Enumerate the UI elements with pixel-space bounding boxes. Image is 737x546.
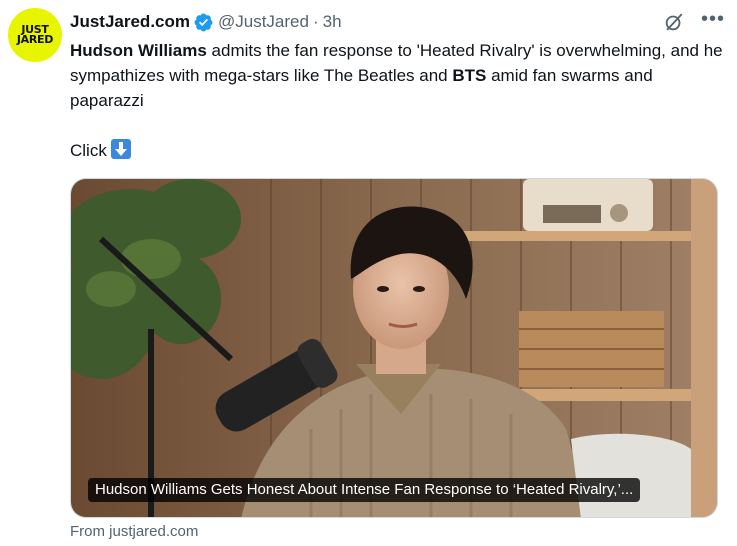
handle[interactable]: @JustJared: [218, 12, 309, 32]
down-arrow-emoji-icon: [110, 139, 131, 159]
link-card[interactable]: Hudson Williams Gets Honest About Intens…: [70, 178, 718, 518]
tweet-paragraph: Hudson Williams admits the fan response …: [70, 38, 725, 113]
tweet-bold-name[interactable]: Hudson Williams: [70, 41, 207, 60]
more-options-icon[interactable]: •••: [701, 9, 725, 29]
tweet[interactable]: JUST JARED JustJared.com @JustJared · 3h: [0, 0, 737, 546]
timestamp[interactable]: 3h: [323, 12, 342, 32]
separator-dot: ·: [312, 12, 319, 31]
tweet-text: Hudson Williams admits the fan response …: [70, 38, 725, 163]
tweet-cta-line: Click: [70, 138, 725, 163]
tweet-bold-bts: BTS: [452, 66, 487, 85]
card-caption: Hudson Williams Gets Honest About Intens…: [88, 478, 641, 502]
tweet-content: JustJared.com @JustJared · 3h ••• Hudson…: [70, 9, 725, 163]
tweet-header: JustJared.com @JustJared · 3h •••: [70, 9, 725, 34]
avatar[interactable]: JUST JARED: [8, 8, 62, 62]
grok-icon[interactable]: [663, 11, 685, 33]
avatar-line2: JARED: [16, 33, 54, 46]
tweet-cta: Click: [70, 141, 107, 160]
card-source-link[interactable]: From justjared.com: [70, 523, 198, 540]
card-thumbnail-image: [71, 179, 717, 517]
verified-badge-icon: [193, 12, 214, 33]
display-name[interactable]: JustJared.com: [70, 12, 190, 32]
header-actions: •••: [663, 9, 725, 34]
